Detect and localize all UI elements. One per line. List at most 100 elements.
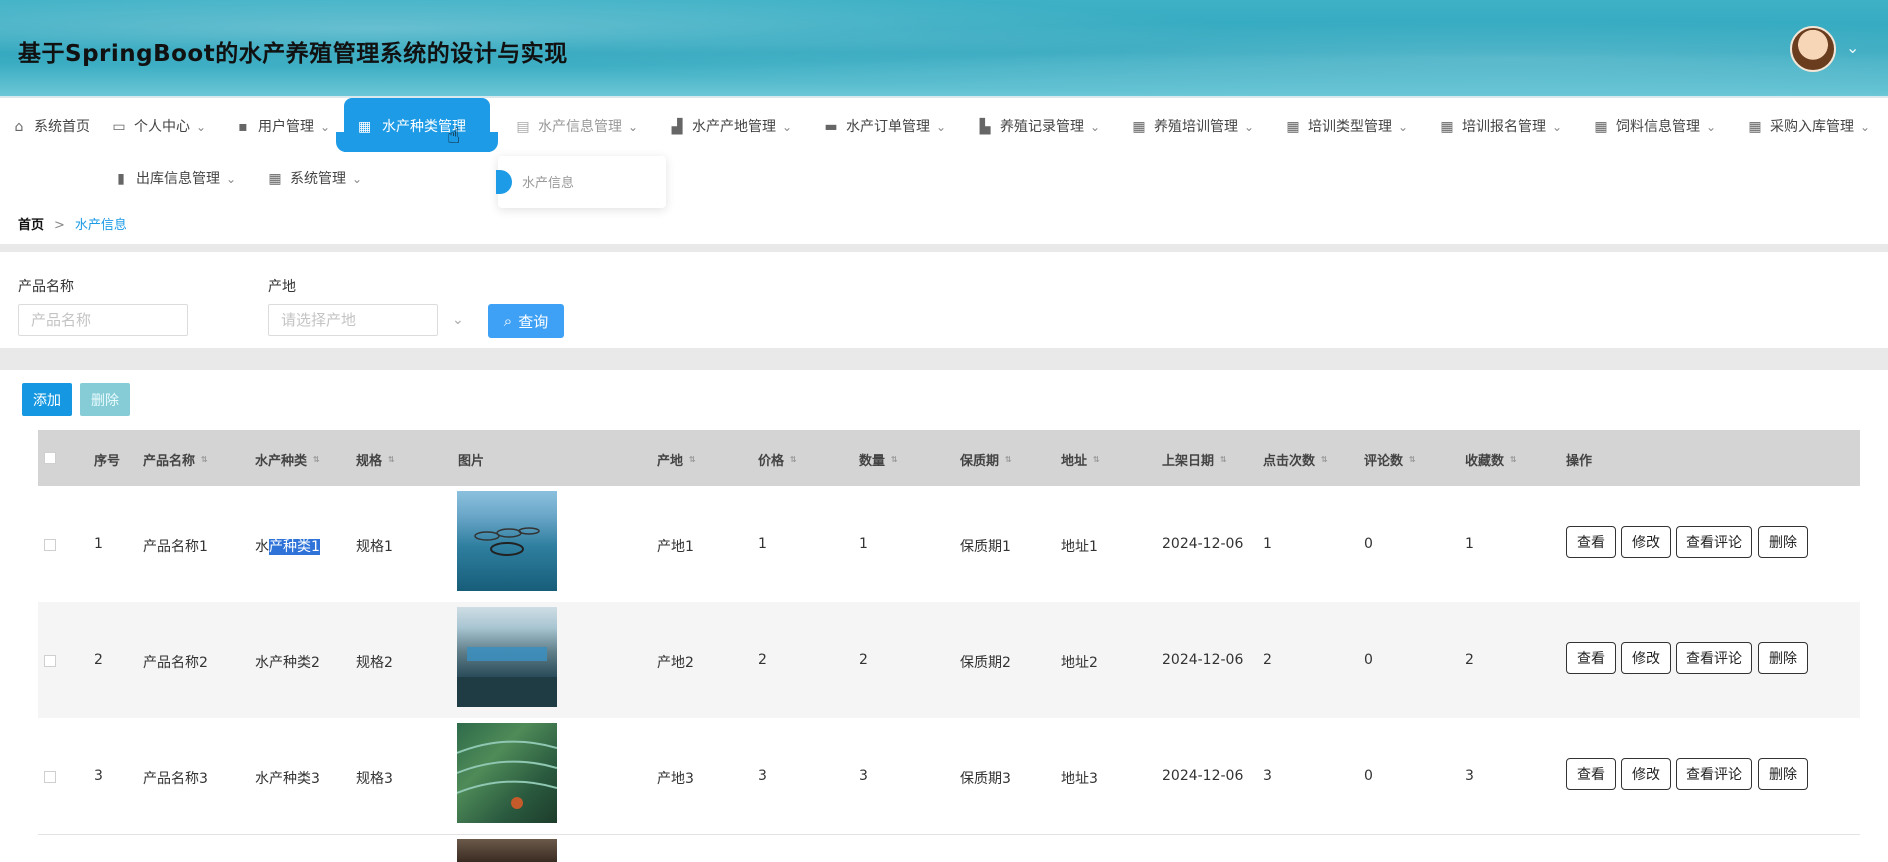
col-quantity[interactable]: 数量 ⇅	[859, 450, 898, 469]
nav-item-farming-training[interactable]: ▦ 养殖培训管理 ⌄	[1130, 112, 1254, 142]
cell-category: 水产种类2	[255, 655, 320, 671]
col-spec[interactable]: 规格 ⇅	[356, 450, 395, 469]
cell-spec: 规格2	[356, 655, 393, 671]
nav-item-orders[interactable]: ▬ 水产订单管理 ⌄	[822, 112, 946, 142]
nav-item-training-signup[interactable]: ▦ 培训报名管理 ⌄	[1438, 112, 1562, 142]
cell-price: 2	[758, 652, 767, 668]
cell-address: 地址1	[1061, 539, 1098, 555]
view-button[interactable]: 查看	[1566, 642, 1616, 674]
grid-icon: ▦	[1748, 119, 1762, 135]
user-menu-caret-icon[interactable]: ⌄	[1846, 38, 1859, 57]
building-icon: ▙	[979, 119, 991, 135]
cell-comments: 0	[1364, 768, 1373, 784]
nav-item-system[interactable]: ▦ 系统管理 ⌄	[266, 164, 362, 194]
cell-date: 2024-12-06	[1162, 768, 1244, 784]
row-delete-button[interactable]: 删除	[1758, 526, 1808, 558]
col-favorites[interactable]: 收藏数 ⇅	[1465, 450, 1517, 469]
breadcrumb: 首页 > 水产信息	[18, 214, 127, 233]
nav-item-home[interactable]: ⌂ 系统首页	[10, 112, 90, 142]
col-image: 图片	[458, 454, 485, 469]
view-button[interactable]: 查看	[1566, 526, 1616, 558]
nav-item-profile[interactable]: ▭ 个人中心 ⌄	[110, 112, 206, 142]
product-image[interactable]	[456, 723, 558, 823]
cell-shelf-life: 保质期1	[960, 539, 1011, 555]
select-all-checkbox[interactable]	[44, 452, 56, 464]
chevron-down-icon: ⌄	[226, 172, 237, 186]
view-comments-button[interactable]: 查看评论	[1676, 758, 1752, 790]
briefcase-icon: ▬	[824, 119, 838, 135]
col-name[interactable]: 产品名称 ⇅	[143, 450, 208, 469]
cell-price: 3	[758, 768, 767, 784]
origin-select[interactable]: 请选择产地	[268, 304, 438, 336]
sort-icon: ⇅	[1005, 454, 1012, 464]
origin-label: 产地	[268, 279, 296, 295]
cell-address: 地址2	[1061, 655, 1098, 671]
cell-clicks: 3	[1263, 768, 1272, 784]
row-checkbox[interactable]	[44, 771, 56, 783]
product-image[interactable]	[457, 607, 557, 707]
col-price[interactable]: 价格 ⇅	[758, 450, 797, 469]
edit-button[interactable]: 修改	[1621, 642, 1671, 674]
cell-date: 2024-12-06	[1162, 536, 1244, 552]
query-button[interactable]: ⌕ 查询	[488, 304, 564, 338]
breadcrumb-current: 水产信息	[74, 218, 127, 233]
cell-quantity: 2	[859, 652, 868, 668]
nav-item-purchase[interactable]: ▦ 采购入库管理 ⌄	[1746, 112, 1870, 142]
cell-address: 地址3	[1061, 771, 1098, 787]
cell-clicks: 2	[1263, 652, 1272, 668]
submenu-item-aquatic-info[interactable]: 水产信息	[522, 172, 574, 191]
view-comments-button[interactable]: 查看评论	[1676, 642, 1752, 674]
delete-button[interactable]: 删除	[80, 383, 130, 416]
cell-favorites: 2	[1465, 652, 1474, 668]
row-checkbox[interactable]	[44, 539, 56, 551]
grid-icon: ▦	[358, 119, 372, 135]
cell-name: 产品名称1	[143, 539, 208, 555]
view-comments-button[interactable]: 查看评论	[1676, 526, 1752, 558]
col-clicks[interactable]: 点击次数 ⇅	[1263, 450, 1328, 469]
cell-favorites: 1	[1465, 536, 1474, 552]
row-delete-button[interactable]: 删除	[1758, 758, 1808, 790]
grid-icon: ▦	[1286, 119, 1300, 135]
view-button[interactable]: 查看	[1566, 758, 1616, 790]
row-delete-button[interactable]: 删除	[1758, 642, 1808, 674]
cell-index: 1	[94, 536, 103, 552]
chevron-down-icon[interactable]: ⌄	[452, 312, 464, 328]
product-image[interactable]	[457, 839, 557, 862]
product-image[interactable]	[457, 491, 557, 591]
chevron-down-icon: ⌄	[628, 120, 639, 134]
nav-item-origin[interactable]: ▟ 水产产地管理 ⌄	[668, 112, 792, 142]
add-button[interactable]: 添加	[22, 383, 72, 416]
nav-item-farming-records[interactable]: ▙ 养殖记录管理 ⌄	[976, 112, 1100, 142]
edit-button[interactable]: 修改	[1621, 758, 1671, 790]
nav-item-aquatic-info[interactable]: ▤ 水产信息管理 ⌄	[514, 112, 638, 142]
product-name-label: 产品名称	[18, 279, 74, 295]
col-date[interactable]: 上架日期 ⇅	[1162, 450, 1227, 469]
cell-quantity: 1	[859, 536, 868, 552]
col-index: 序号	[94, 454, 121, 469]
sort-icon: ⇅	[1321, 454, 1328, 464]
col-origin[interactable]: 产地 ⇅	[657, 450, 696, 469]
user-avatar[interactable]	[1790, 26, 1836, 72]
sort-icon: ⇅	[201, 454, 208, 464]
sort-icon: ⇅	[790, 454, 797, 464]
row-checkbox[interactable]	[44, 655, 56, 667]
nav-item-feed-info[interactable]: ▦ 饲料信息管理 ⌄	[1592, 112, 1716, 142]
site-title: 基于SpringBoot的水产养殖管理系统的设计与实现	[18, 41, 568, 67]
edit-button[interactable]: 修改	[1621, 526, 1671, 558]
col-comments[interactable]: 评论数 ⇅	[1364, 450, 1416, 469]
chevron-down-icon: ⌄	[1706, 120, 1717, 134]
nav-item-training-type[interactable]: ▦ 培训类型管理 ⌄	[1284, 112, 1408, 142]
col-category[interactable]: 水产种类 ⇅	[255, 450, 320, 469]
col-actions: 操作	[1566, 454, 1593, 469]
sort-icon: ⇅	[388, 454, 395, 464]
cell-shelf-life: 保质期2	[960, 655, 1011, 671]
product-name-input[interactable]: 产品名称	[18, 304, 188, 336]
breadcrumb-home[interactable]: 首页	[18, 218, 44, 233]
nav-item-outbound[interactable]: ▮ 出库信息管理 ⌄	[112, 164, 236, 194]
col-shelf-life[interactable]: 保质期 ⇅	[960, 450, 1012, 469]
home-icon: ⌂	[14, 119, 24, 135]
hand-cursor-icon: ☝	[447, 124, 461, 149]
col-address[interactable]: 地址 ⇅	[1061, 450, 1100, 469]
nav-item-users[interactable]: ▪ 用户管理 ⌄	[234, 112, 330, 142]
cell-index: 2	[94, 652, 103, 668]
